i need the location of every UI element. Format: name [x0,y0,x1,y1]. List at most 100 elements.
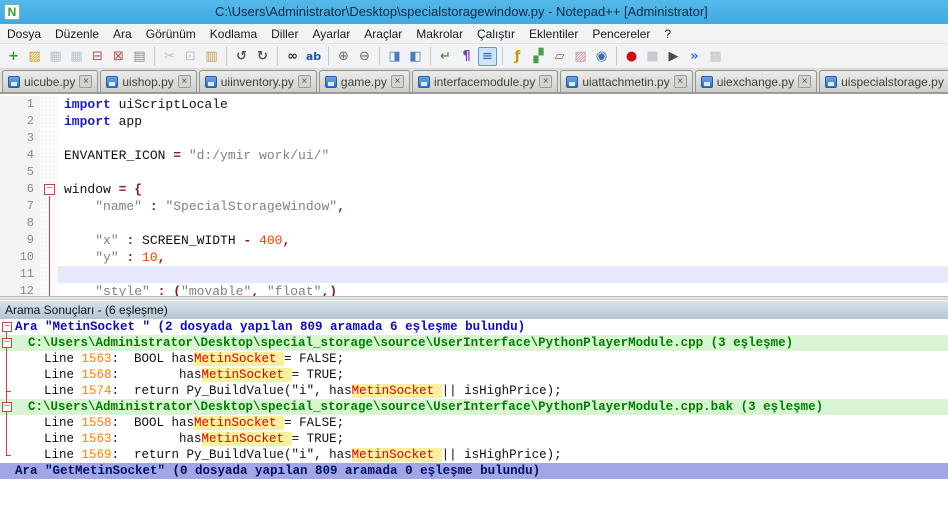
menu-makrolar[interactable]: Makrolar [409,25,470,43]
tab-game[interactable]: game.py × [319,70,410,92]
paste-icon[interactable]: ▥ [202,47,221,66]
close-tab-icon[interactable]: × [391,75,404,88]
fold-collapse-icon[interactable]: − [2,338,12,348]
code-line: 1import uiScriptLocale [0,96,948,113]
line-number: 12 [0,283,40,296]
saved-file-icon [566,76,578,88]
fold-line-stub [6,391,11,392]
line-number: 3 [0,130,40,147]
code-line-current: 11 [0,266,948,283]
code-editor[interactable]: 1import uiScriptLocale 2import app 3 4EN… [0,94,948,296]
search-results-panel-header[interactable]: Arama Sonuçları - (6 eşleşme) [0,300,948,319]
fold-collapse-icon[interactable]: − [2,402,12,412]
fold-line [6,332,7,455]
menu-ara[interactable]: Ara [106,25,139,43]
folder-as-workspace-icon[interactable]: ▨ [571,47,590,66]
find-icon[interactable]: ∞ [283,47,302,66]
tab-uicube[interactable]: uicube.py × [2,70,98,92]
close-tab-icon[interactable]: × [79,75,92,88]
redo-icon[interactable]: ↻ [253,47,272,66]
saved-file-icon [418,76,430,88]
document-map-icon[interactable]: ▞ [529,47,548,66]
line-number: 9 [0,232,40,249]
code-line: 12 "style" : ("movable", "float",) [0,283,948,296]
close-tab-icon[interactable]: × [539,75,552,88]
fold-collapse-icon[interactable]: − [2,322,12,332]
run-macro-multiple-icon[interactable]: » [685,47,704,66]
tab-uishop[interactable]: uishop.py × [100,70,196,92]
search-result-line[interactable]: Line 1563: hasMetinSocket = TRUE; [0,431,948,447]
new-file-icon[interactable]: + [4,47,23,66]
close-all-documents-icon[interactable]: ⊠ [109,47,128,66]
tab-uiattachmetin[interactable]: uiattachmetin.py × [560,70,692,92]
print-icon[interactable]: ▤ [130,47,149,66]
save-icon[interactable]: ▦ [46,47,65,66]
toolbar-separator [616,47,617,65]
menu-gorunum[interactable]: Görünüm [139,25,203,43]
menu-dosya[interactable]: Dosya [0,25,48,43]
close-document-icon[interactable]: ⊟ [88,47,107,66]
record-macro-icon[interactable]: ● [622,47,641,66]
fold-line [49,196,50,296]
close-tab-icon[interactable]: × [298,75,311,88]
close-tab-icon[interactable]: × [674,75,687,88]
tab-uiinventory[interactable]: uiinventory.py × [199,70,317,92]
sync-horizontal-scroll-icon[interactable]: ◧ [406,47,425,66]
word-wrap-icon[interactable]: ↵ [436,47,455,66]
cut-icon[interactable]: ✂ [160,47,179,66]
saved-file-icon [325,76,337,88]
fold-margin [40,130,58,147]
toolbar-separator [154,47,155,65]
line-number: 11 [0,266,40,283]
close-tab-icon[interactable]: × [178,75,191,88]
zoom-in-icon[interactable]: ⊕ [334,47,353,66]
save-macro-icon[interactable]: ▩ [706,47,725,66]
tab-interfacemodule[interactable]: interfacemodule.py × [412,70,558,92]
copy-icon[interactable]: ⊡ [181,47,200,66]
menu-kodlama[interactable]: Kodlama [203,25,264,43]
line-number: 5 [0,164,40,181]
monitoring-icon[interactable]: ◉ [592,47,611,66]
document-switcher-icon[interactable]: ▱ [550,47,569,66]
tab-uiexchange[interactable]: uiexchange.py × [695,70,817,92]
code-line: 8 [0,215,948,232]
menu-eklentiler[interactable]: Eklentiler [522,25,585,43]
sync-vertical-scroll-icon[interactable]: ◨ [385,47,404,66]
search-result-line[interactable]: Line 1569: return Py_BuildValue("i", has… [0,447,948,463]
search-result-file[interactable]: C:\Users\Administrator\Desktop\special_s… [0,335,948,351]
menu-araclar[interactable]: Araçlar [357,25,409,43]
search-result-line[interactable]: Line 1558: BOOL hasMetinSocket = FALSE; [0,415,948,431]
close-tab-icon[interactable]: × [798,75,811,88]
search-result-file[interactable]: C:\Users\Administrator\Desktop\special_s… [0,399,948,415]
fold-collapse-icon[interactable]: − [44,184,55,195]
menu-bar: Dosya Düzenle Ara Görünüm Kodlama Diller… [0,24,948,44]
toolbar-separator [328,47,329,65]
menu-calistir[interactable]: Çalıştır [470,25,522,43]
menu-help[interactable]: ? [657,25,678,43]
stop-recording-icon[interactable]: ■ [643,47,662,66]
search-result-header[interactable]: Ara "MetinSocket " (2 dosyada yapılan 80… [0,319,948,335]
function-list-icon[interactable]: ƒ [508,47,527,66]
save-all-icon[interactable]: ▦ [67,47,86,66]
toolbar-separator [502,47,503,65]
menu-pencereler[interactable]: Pencereler [585,25,657,43]
undo-icon[interactable]: ↺ [232,47,251,66]
show-indent-guide-icon[interactable]: ≡ [478,47,497,66]
menu-diller[interactable]: Diller [264,25,305,43]
menu-ayarlar[interactable]: Ayarlar [305,25,357,43]
search-result-line[interactable]: Line 1563: BOOL hasMetinSocket = FALSE; [0,351,948,367]
code-line: 7 "name" : "SpecialStorageWindow", [0,198,948,215]
search-result-line[interactable]: Line 1574: return Py_BuildValue("i", has… [0,383,948,399]
search-result-header-selected[interactable]: Ara "GetMetinSocket" (0 dosyada yapılan … [0,463,948,479]
zoom-out-icon[interactable]: ⊖ [355,47,374,66]
tab-label: uiinventory.py [221,75,294,89]
tab-uispecialstorage[interactable]: uispecialstorage.py × [819,70,948,92]
playback-macro-icon[interactable]: ▶ [664,47,683,66]
tab-label: uispecialstorage.py [841,75,944,89]
show-all-characters-icon[interactable]: ¶ [457,47,476,66]
tab-label: uicube.py [24,75,75,89]
open-file-icon[interactable]: ▨ [25,47,44,66]
search-result-line[interactable]: Line 1568: hasMetinSocket = TRUE; [0,367,948,383]
replace-icon[interactable]: ab [304,47,323,66]
menu-duzenle[interactable]: Düzenle [48,25,106,43]
